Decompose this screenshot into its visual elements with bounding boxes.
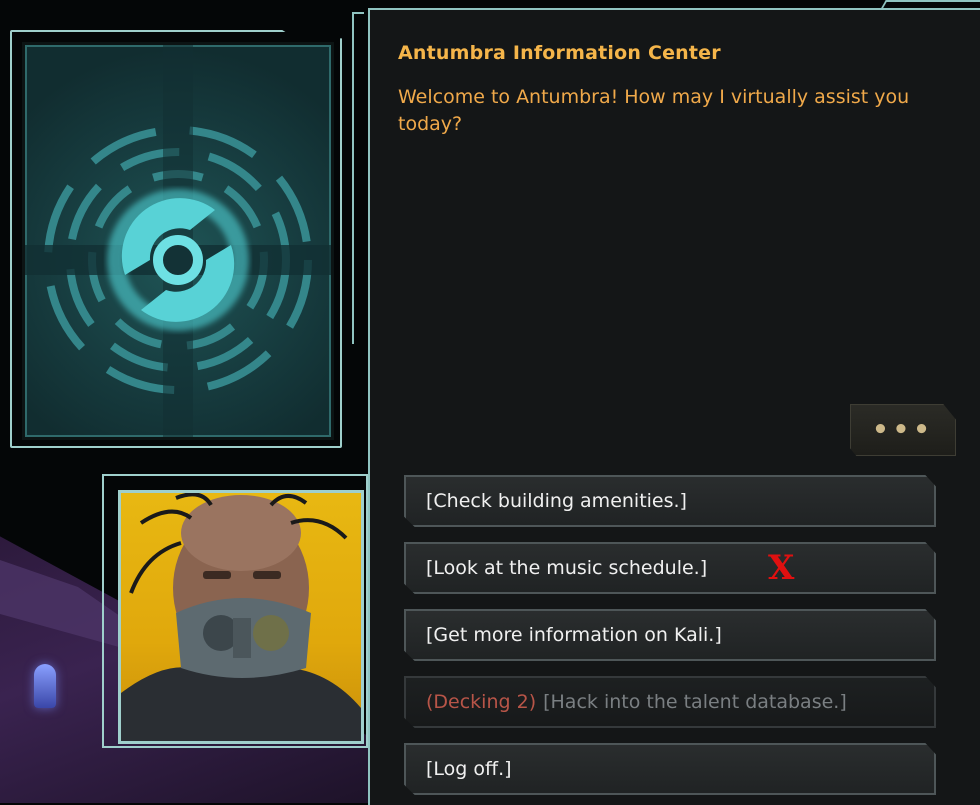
panel-frame-tab (880, 0, 980, 10)
option-label: [Check building amenities.] (426, 490, 687, 512)
more-history-button[interactable]: ••• (850, 404, 956, 456)
option-label: [Hack into the talent database.] (543, 691, 847, 713)
skill-requirement: (Decking 2) (426, 691, 537, 713)
info-card (22, 42, 334, 440)
panel-frame-notch (352, 12, 364, 344)
option-label: [Log off.] (426, 758, 512, 780)
speaker-name: Antumbra Information Center (398, 42, 721, 64)
option-log-off[interactable]: [Log off.] (404, 743, 936, 795)
character-avatar-icon (121, 493, 361, 741)
option-kali-info[interactable]: [Get more information on Kali.] (404, 609, 936, 661)
character-portrait (118, 490, 364, 744)
background-lamp (34, 664, 56, 708)
option-check-amenities[interactable]: [Check building amenities.] (404, 475, 936, 527)
option-label: [Look at the music schedule.] (426, 557, 708, 579)
ellipsis-icon: ••• (872, 415, 934, 445)
option-music-schedule[interactable]: [Look at the music schedule.] (404, 542, 936, 594)
dialogue-message: Welcome to Antumbra! How may I virtually… (398, 86, 910, 135)
target-rings-icon (25, 45, 331, 437)
option-hack-database: (Decking 2) [Hack into the talent databa… (404, 676, 936, 728)
option-label: [Get more information on Kali.] (426, 624, 722, 646)
annotation-x-mark: X (768, 548, 795, 588)
